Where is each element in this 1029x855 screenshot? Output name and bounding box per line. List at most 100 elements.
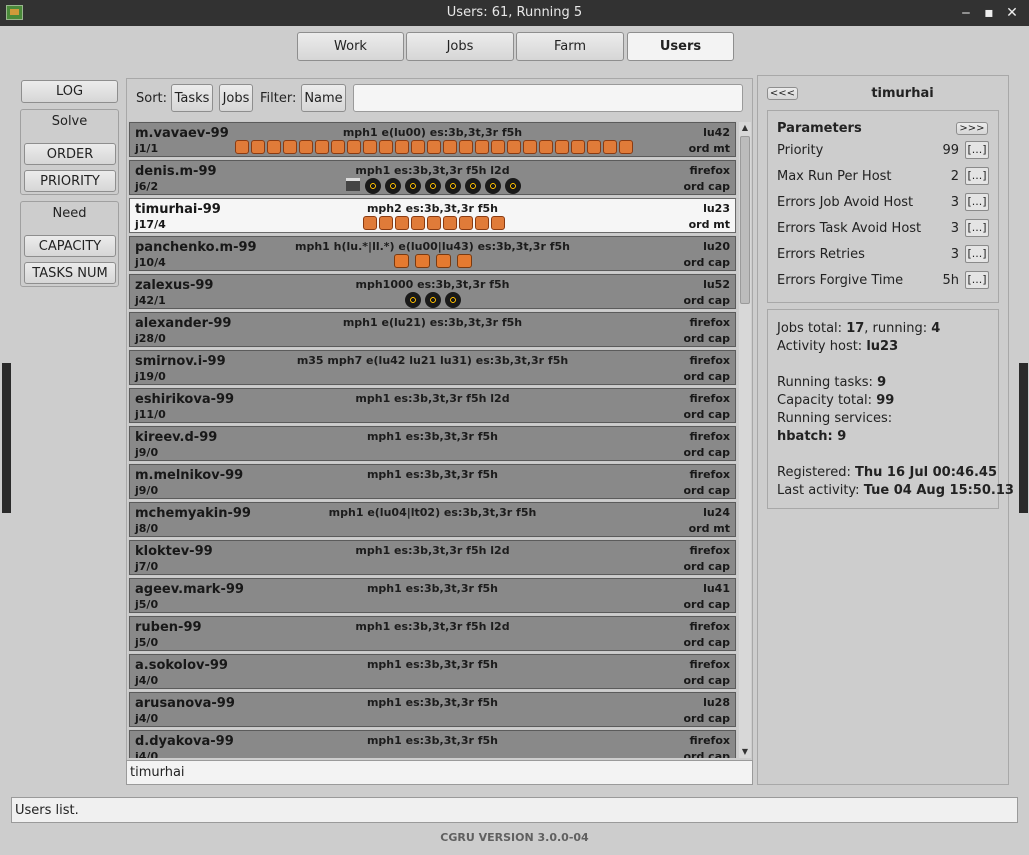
user-jobs: j7/0: [135, 560, 159, 573]
user-row[interactable]: ageev.mark-99 j5/0 mph1 es:3b,3t,3r f5h lu4…: [128, 577, 737, 614]
radiation-icon: [444, 178, 461, 194]
user-params: mph1 es:3b,3t,3r f5h: [366, 582, 499, 595]
user-params: mph1 e(lu00) es:3b,3t,3r f5h: [342, 126, 523, 139]
radiation-icon: [404, 292, 421, 308]
registered-line: Registered: Thu 16 Jul 00:46.45: [777, 465, 998, 480]
expand-button[interactable]: >>>: [956, 122, 988, 135]
user-params: mph1 e(lu04|lt02) es:3b,3t,3r f5h: [328, 506, 537, 519]
user-row[interactable]: panchenko.m-99 j10/4 mph1 h(lu.*|ll.*) e(l…: [128, 235, 737, 272]
param-row: Errors Retries 3 [...]: [777, 244, 989, 266]
render-icon: [346, 140, 361, 154]
param-value: 2: [950, 169, 959, 184]
maximize-icon[interactable]: ▪: [980, 4, 998, 22]
tab-farm[interactable]: Farm: [516, 32, 624, 61]
param-edit-button[interactable]: [...]: [965, 219, 989, 237]
user-jobs: j5/0: [135, 636, 159, 649]
filter-input[interactable]: [353, 84, 743, 112]
render-icon: [282, 140, 297, 154]
radiation-icon: [424, 292, 441, 308]
user-row[interactable]: arusanova-99 j4/0 mph1 es:3b,3t,3r f5h lu28…: [128, 691, 737, 728]
param-edit-button[interactable]: [...]: [965, 193, 989, 211]
scroll-up-icon[interactable]: ▲: [739, 122, 751, 134]
filter-name-button[interactable]: Name: [301, 84, 346, 112]
minimize-icon[interactable]: ‒: [957, 4, 975, 22]
render-icon: [298, 140, 313, 154]
param-edit-button[interactable]: [...]: [965, 245, 989, 263]
user-jobs: j11/0: [135, 408, 166, 421]
scroll-down-icon[interactable]: ▼: [739, 746, 751, 758]
sort-jobs-button[interactable]: Jobs: [219, 84, 253, 112]
tab-jobs[interactable]: Jobs: [406, 32, 514, 61]
jobs-total-line: Jobs total: 17, running: 4: [777, 321, 941, 336]
user-row[interactable]: m.melnikov-99 j9/0 mph1 es:3b,3t,3r f5h fir…: [128, 463, 737, 500]
blender-icon: [456, 254, 472, 268]
selected-user-field[interactable]: timurhai: [126, 760, 753, 785]
scroll-thumb[interactable]: [740, 136, 750, 304]
user-row[interactable]: m.vavaev-99 j1/1 mph1 e(lu00) es:3b,3t,3r …: [128, 121, 737, 158]
user-row[interactable]: alexander-99 j28/0 mph1 e(lu21) es:3b,3t,3…: [128, 311, 737, 348]
param-row: Max Run Per Host 2 [...]: [777, 166, 989, 188]
user-row[interactable]: eshirikova-99 j11/0 mph1 es:3b,3t,3r f5h l…: [128, 387, 737, 424]
user-row[interactable]: ruben-99 j5/0 mph1 es:3b,3t,3r f5h l2d fire…: [128, 615, 737, 652]
user-params: mph1 es:3b,3t,3r f5h l2d: [355, 620, 510, 633]
user-host: firefox: [689, 164, 730, 177]
user-row[interactable]: zalexus-99 j42/1 mph1000 es:3b,3t,3r f5h lu…: [128, 273, 737, 310]
user-host: lu52: [703, 278, 730, 291]
param-row: Priority 99 [...]: [777, 140, 989, 162]
render-icon: [426, 216, 441, 230]
priority-button[interactable]: PRIORITY: [24, 170, 116, 192]
param-label: Errors Forgive Time: [777, 273, 904, 288]
param-edit-button[interactable]: [...]: [965, 167, 989, 185]
sort-label: Sort:: [136, 91, 168, 106]
render-icon: [410, 216, 425, 230]
param-row: Errors Task Avoid Host 3 [...]: [777, 218, 989, 240]
param-value: 3: [950, 247, 959, 262]
back-button[interactable]: <<<: [767, 87, 798, 100]
user-jobs: j9/0: [135, 446, 159, 459]
tab-work[interactable]: Work: [297, 32, 404, 61]
user-row[interactable]: timurhai-99 j17/4 mph2 es:3b,3t,3r f5h lu23…: [128, 197, 737, 234]
param-value: 5h: [942, 273, 959, 288]
user-row[interactable]: d.dyakova-99 j4/0 mph1 es:3b,3t,3r f5h fire…: [128, 729, 737, 758]
user-params: mph1 h(lu.*|ll.*) e(lu00|lu43) es:3b,3t,…: [295, 240, 570, 253]
user-solve: ord cap: [683, 408, 730, 421]
list-scrollbar[interactable]: ▲ ▼: [739, 122, 751, 758]
left-edge-handle[interactable]: [2, 363, 11, 513]
user-jobs: j19/0: [135, 370, 166, 383]
param-edit-button[interactable]: [...]: [965, 271, 989, 289]
user-row[interactable]: smirnov.i-99 j19/0 m35 mph7 e(lu42 lu21 lu…: [128, 349, 737, 386]
user-row[interactable]: denis.m-99 j6/2 mph1 es:3b,3t,3r f5h l2d fi…: [128, 159, 737, 196]
running-tasks-icons: [130, 140, 735, 156]
user-params: mph1 es:3b,3t,3r f5h: [366, 696, 499, 709]
render-icon: [538, 140, 553, 154]
radiation-icon: [444, 292, 461, 308]
user-host: firefox: [689, 354, 730, 367]
render-icon: [442, 216, 457, 230]
solve-label: Solve: [51, 114, 88, 129]
user-row[interactable]: kloktev-99 j7/0 mph1 es:3b,3t,3r f5h l2d fi…: [128, 539, 737, 576]
user-row[interactable]: mchemyakin-99 j8/0 mph1 e(lu04|lt02) es:3b…: [128, 501, 737, 538]
right-edge-handle[interactable]: [1019, 363, 1028, 513]
user-row[interactable]: kireev.d-99 j9/0 mph1 es:3b,3t,3r f5h firef…: [128, 425, 737, 462]
user-params: mph1 es:3b,3t,3r f5h: [366, 468, 499, 481]
sort-tasks-button[interactable]: Tasks: [171, 84, 213, 112]
radiation-icon: [484, 178, 501, 194]
render-icon: [506, 140, 521, 154]
radiation-icon: [384, 178, 401, 194]
tab-users[interactable]: Users: [627, 32, 734, 61]
user-row[interactable]: a.sokolov-99 j4/0 mph1 es:3b,3t,3r f5h fire…: [128, 653, 737, 690]
parameters-header: Parameters: [777, 121, 862, 136]
user-params: mph2 es:3b,3t,3r f5h: [366, 202, 499, 215]
status-bar: Users list.: [11, 797, 1018, 823]
user-host: lu20: [703, 240, 730, 253]
user-solve: ord cap: [683, 636, 730, 649]
user-params: mph1 es:3b,3t,3r f5h l2d: [355, 392, 510, 405]
log-button[interactable]: LOG: [21, 80, 118, 103]
param-edit-button[interactable]: [...]: [965, 141, 989, 159]
capacity-button[interactable]: CAPACITY: [24, 235, 116, 257]
close-icon[interactable]: ✕: [1003, 4, 1021, 22]
order-button[interactable]: ORDER: [24, 143, 116, 165]
user-host: lu42: [703, 126, 730, 139]
running-tasks-icons: [130, 216, 735, 232]
tasks-num-button[interactable]: TASKS NUM: [24, 262, 116, 284]
